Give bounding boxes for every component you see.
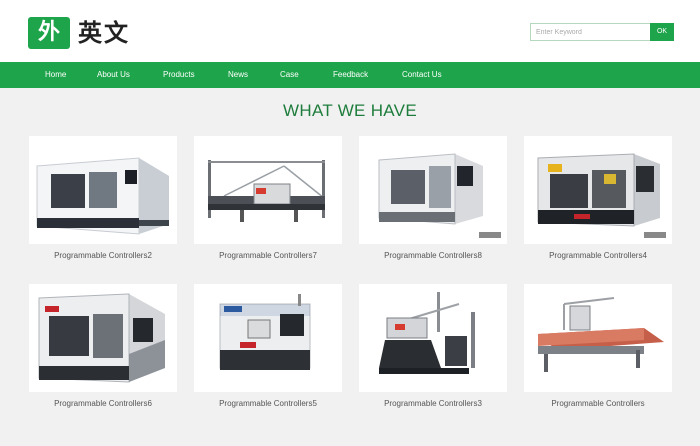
product-caption[interactable]: Programmable Controllers4 [524, 250, 672, 262]
logo-icon[interactable]: 外 [28, 17, 70, 49]
search-button[interactable]: OK [650, 23, 674, 41]
product-image-2[interactable] [194, 136, 342, 244]
search-bar: OK [530, 23, 674, 41]
nav-item-feedback[interactable]: Feedback [333, 62, 368, 88]
nav-item-products[interactable]: Products [163, 62, 195, 88]
product-caption[interactable]: Programmable Controllers8 [359, 250, 507, 262]
product-image-5[interactable] [29, 284, 177, 392]
nav-item-news[interactable]: News [228, 62, 248, 88]
nav-item-home[interactable]: Home [45, 62, 66, 88]
product-image-4[interactable] [524, 136, 672, 244]
product-caption[interactable]: Programmable Controllers6 [29, 398, 177, 410]
main-nav: Home About Us Products News Case Feedbac… [0, 62, 700, 88]
product-image-6[interactable] [194, 284, 342, 392]
header: 外 英文 OK [0, 0, 700, 62]
nav-item-contact-us[interactable]: Contact Us [402, 62, 442, 88]
product-image-7[interactable] [359, 284, 507, 392]
section-title: WHAT WE HAVE [283, 101, 417, 120]
product-image-8[interactable] [524, 284, 672, 392]
product-caption[interactable]: Programmable Controllers2 [29, 250, 177, 262]
search-input[interactable] [530, 23, 650, 41]
nav-item-about-us[interactable]: About Us [97, 62, 130, 88]
product-image-3[interactable] [359, 136, 507, 244]
logo-text[interactable]: 英文 [78, 18, 130, 48]
product-image-1[interactable] [29, 136, 177, 244]
product-caption[interactable]: Programmable Controllers [524, 398, 672, 410]
product-caption[interactable]: Programmable Controllers7 [194, 250, 342, 262]
product-caption[interactable]: Programmable Controllers5 [194, 398, 342, 410]
nav-item-case[interactable]: Case [280, 62, 299, 88]
product-caption[interactable]: Programmable Controllers3 [359, 398, 507, 410]
